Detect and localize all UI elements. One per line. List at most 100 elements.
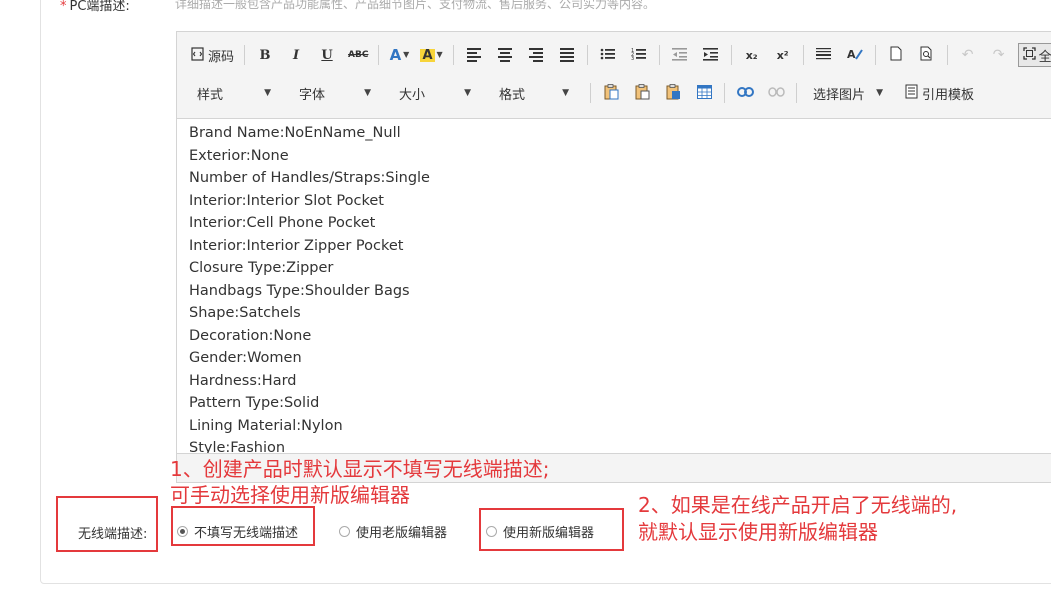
align-center-button[interactable] xyxy=(493,43,517,67)
redo-icon: ↷ xyxy=(992,47,1005,63)
numbered-list-icon: 123 xyxy=(631,47,647,64)
align-right-button[interactable] xyxy=(524,43,548,67)
paste-text-icon xyxy=(635,83,650,103)
align-left-icon xyxy=(466,48,481,62)
strikethrough-button[interactable]: ABC xyxy=(346,43,370,67)
chevron-down-icon: ▼ xyxy=(436,50,443,59)
outdent-button[interactable] xyxy=(668,43,692,67)
toolbar-separator xyxy=(590,83,591,103)
template-button[interactable]: 引用模板 xyxy=(903,81,976,105)
toolbar-separator xyxy=(946,45,948,65)
indent-icon xyxy=(703,47,719,64)
style-select[interactable]: 样式 ▼ xyxy=(189,82,279,104)
clipboard-icon xyxy=(604,83,619,103)
indent-button[interactable] xyxy=(699,43,723,67)
svg-text:3: 3 xyxy=(631,56,634,61)
content-line: Pattern Type:Solid xyxy=(189,395,320,411)
background-color-button[interactable]: A ▼ xyxy=(418,43,444,67)
pc-description-hint: 详细描述一般包含产品功能属性、产品细节图片、支付物流、售后服务、公司实力等内容。 xyxy=(175,0,656,11)
format-painter-icon: A xyxy=(847,47,863,64)
bullet-list-icon xyxy=(600,47,616,64)
toolbar-separator xyxy=(730,45,732,65)
toolbar-separator xyxy=(452,45,454,65)
editor-content[interactable]: Brand Name:NoEnName_Null Exterior:None N… xyxy=(177,118,1051,454)
content-line: Gender:Women xyxy=(189,350,302,366)
annotation-box-new-editor xyxy=(479,508,624,551)
paste-button[interactable] xyxy=(599,81,623,105)
content-line: Lining Material:Nylon xyxy=(189,417,343,434)
source-code-button[interactable]: 源码 xyxy=(189,43,236,67)
undo-button[interactable]: ↶ xyxy=(956,43,980,67)
horizontal-rule-icon xyxy=(816,47,832,64)
toolbar-row-1: 源码 B I U ABC A ▼ A ▼ 1 2 3 x₂ x² A ↶ ↷ 全 xyxy=(189,42,1051,68)
toolbar-separator xyxy=(874,45,876,65)
radio-old-editor[interactable]: 使用老版编辑器 xyxy=(339,522,447,541)
toolbar-separator xyxy=(658,45,660,65)
fullscreen-button[interactable]: 全 xyxy=(1017,43,1051,67)
toolbar-separator xyxy=(724,83,725,103)
preview-icon xyxy=(920,46,933,64)
outdent-icon xyxy=(672,47,688,64)
italic-button[interactable]: I xyxy=(284,43,308,67)
horizontal-rule-button[interactable] xyxy=(812,43,836,67)
bullet-list-button[interactable] xyxy=(596,43,620,67)
image-select[interactable]: 选择图片 ▼ xyxy=(805,82,891,104)
paste-word-button[interactable] xyxy=(661,81,685,105)
toolbar-separator xyxy=(586,45,588,65)
toolbar-separator xyxy=(802,45,804,65)
svg-text:A: A xyxy=(847,48,856,61)
align-justify-button[interactable] xyxy=(555,43,579,67)
content-line: Interior:Interior Slot Pocket xyxy=(189,192,384,209)
format-select[interactable]: 格式 ▼ xyxy=(491,82,577,104)
template-icon xyxy=(905,84,918,102)
font-size-select[interactable]: 大小 ▼ xyxy=(391,82,479,104)
content-line: Closure Type:Zipper xyxy=(189,260,334,276)
insert-table-button[interactable] xyxy=(692,81,716,105)
highlight-color-icon: A xyxy=(420,47,435,63)
preview-button[interactable] xyxy=(915,43,939,67)
editor-toolbar: 源码 B I U ABC A ▼ A ▼ 1 2 3 x₂ x² A ↶ ↷ 全… xyxy=(177,32,1051,119)
font-color-button[interactable]: A ▼ xyxy=(387,43,411,67)
font-family-select[interactable]: 字体 ▼ xyxy=(291,82,379,104)
chevron-down-icon: ▼ xyxy=(876,88,883,98)
radio-unchecked-icon xyxy=(339,526,350,537)
align-right-icon xyxy=(528,48,543,62)
format-select-value: 格式 xyxy=(499,87,526,103)
unlink-button[interactable] xyxy=(764,81,788,105)
content-line: Exterior:None xyxy=(189,147,289,164)
new-document-button[interactable] xyxy=(884,43,908,67)
fullscreen-label: 全 xyxy=(1038,49,1051,65)
align-center-icon xyxy=(497,48,512,62)
bold-button[interactable]: B xyxy=(253,43,277,67)
subscript-button[interactable]: x₂ xyxy=(740,43,764,67)
toolbar-row-2: 样式 ▼ 字体 ▼ 大小 ▼ 格式 ▼ 选择图片 ▼ 引用模板 xyxy=(189,80,983,106)
insert-link-button[interactable] xyxy=(733,81,757,105)
paste-text-button[interactable] xyxy=(630,81,654,105)
pc-description-label: * PC端描述: xyxy=(60,0,130,14)
format-painter-button[interactable]: A xyxy=(843,43,867,67)
chevron-down-icon: ▼ xyxy=(464,88,471,98)
unlink-icon xyxy=(767,86,785,100)
font-color-icon: A xyxy=(389,45,402,64)
source-code-label: 源码 xyxy=(208,49,235,65)
superscript-button[interactable]: x² xyxy=(771,43,795,67)
content-line: Decoration:None xyxy=(189,327,312,344)
content-line: Brand Name:NoEnName_Null xyxy=(189,125,401,141)
pc-description-label-text: PC端描述: xyxy=(69,0,130,14)
chevron-down-icon: ▼ xyxy=(562,88,569,98)
chevron-down-icon: ▼ xyxy=(364,88,371,98)
document-icon xyxy=(890,46,902,64)
redo-button[interactable]: ↷ xyxy=(987,43,1011,67)
source-code-icon xyxy=(191,46,204,64)
toolbar-separator xyxy=(244,45,246,65)
annotation-note-2-line-1: 2、如果是在线产品开启了无线端的, xyxy=(638,493,958,517)
content-line: Hardness:Hard xyxy=(189,372,297,389)
fullscreen-icon xyxy=(1023,47,1036,63)
align-left-button[interactable] xyxy=(462,43,486,67)
annotation-note-1-line-2: 可手动选择使用新版编辑器 xyxy=(170,483,410,507)
content-line: Number of Handles/Straps:Single xyxy=(189,170,430,186)
align-justify-icon xyxy=(559,48,574,62)
font-select-value: 字体 xyxy=(299,87,326,103)
numbered-list-button[interactable]: 123 xyxy=(627,43,651,67)
underline-button[interactable]: U xyxy=(315,43,339,67)
